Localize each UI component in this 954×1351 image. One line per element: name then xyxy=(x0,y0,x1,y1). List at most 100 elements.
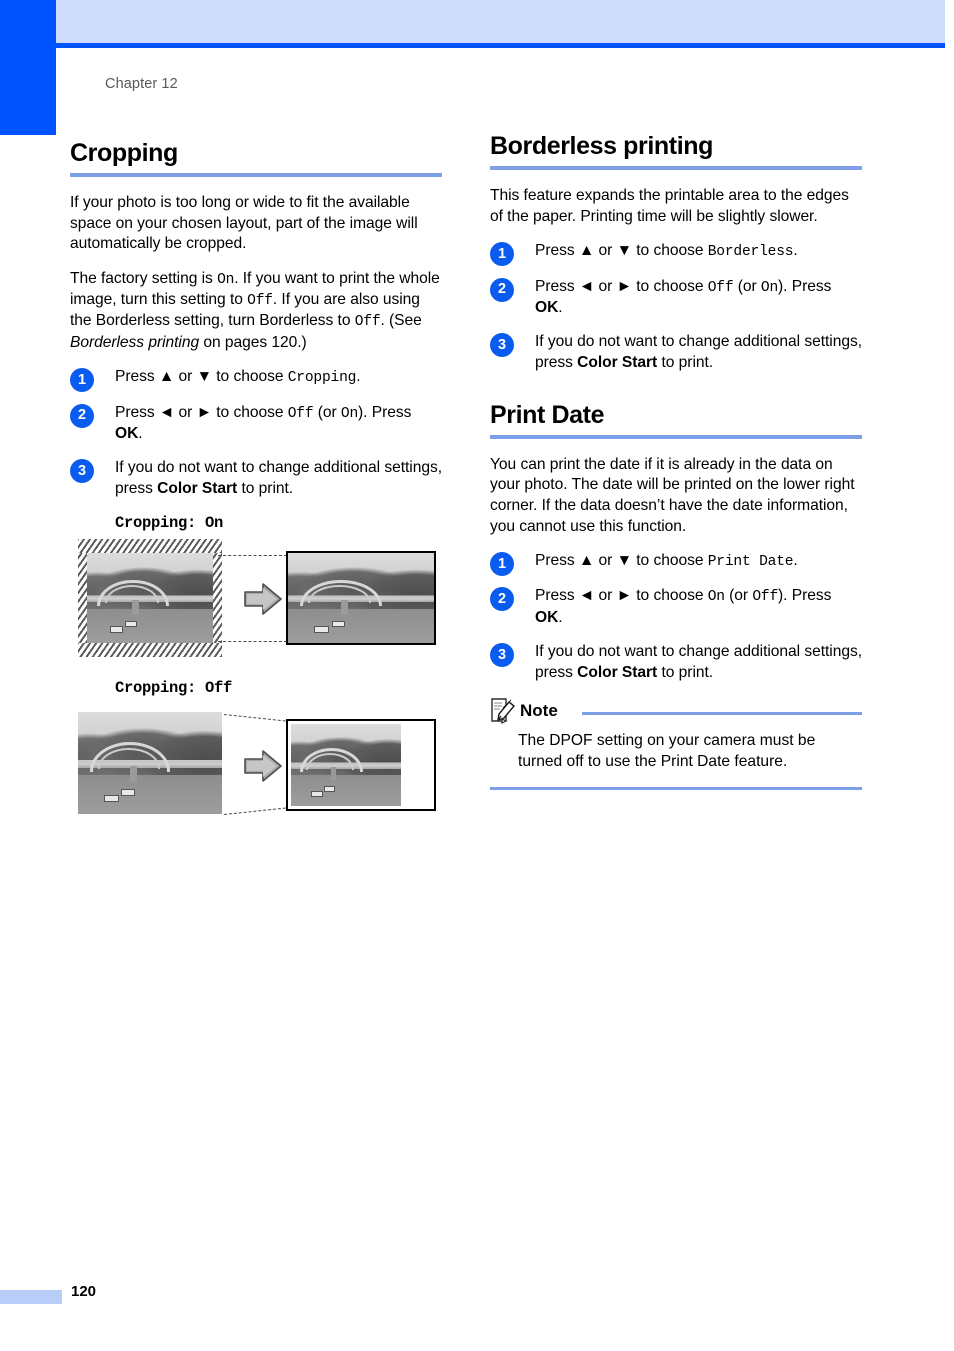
text-fragment: Press ▲ or ▼ to choose xyxy=(535,242,708,260)
step-number-badge: 3 xyxy=(70,459,94,484)
text-fragment: . (See xyxy=(380,312,422,330)
setting-value: On xyxy=(707,589,725,606)
parked-car xyxy=(314,626,330,633)
chapter-label: Chapter 12 xyxy=(105,76,178,92)
text-fragment: . xyxy=(138,424,143,442)
setting-value: On xyxy=(760,279,779,296)
step-item: 2 Press ◄ or ► to choose Off (or On). Pr… xyxy=(70,403,442,445)
text-fragment: Press ▲ or ▼ to choose xyxy=(115,368,288,386)
borderless-intro-paragraph: This feature expands the printable area … xyxy=(490,187,849,225)
section-heading-cropping: Cropping xyxy=(70,139,178,167)
text-fragment: to print. xyxy=(657,663,714,681)
figure-result-image-on xyxy=(286,550,436,645)
chapter-thumb-tab xyxy=(0,0,56,135)
step-item: 3 If you do not want to change additiona… xyxy=(70,458,442,499)
heading-rule xyxy=(70,173,442,178)
cross-reference-link[interactable]: Borderless printing xyxy=(70,334,199,351)
note-rule-bottom xyxy=(490,786,862,790)
step-number-badge: 1 xyxy=(70,368,94,393)
step-text: If you do not want to change additional … xyxy=(535,642,862,683)
step-number-badge: 3 xyxy=(490,643,514,668)
button-reference-ok: OK xyxy=(115,424,139,442)
figure-source-image-on xyxy=(78,538,222,657)
figure-caption-cropping-off: Cropping: Off xyxy=(115,678,233,697)
step-number-badge: 2 xyxy=(490,587,514,612)
note-header: Note xyxy=(490,697,862,727)
text-fragment: Press ◄ or ► to choose xyxy=(535,277,708,295)
button-reference-ok: OK xyxy=(535,298,559,316)
setting-value: On xyxy=(340,405,359,422)
step-item: 3 If you do not want to change additiona… xyxy=(490,332,862,373)
step-text: Press ◄ or ► to choose Off (or On). Pres… xyxy=(115,403,442,445)
crop-hatch-left xyxy=(78,552,87,643)
text-fragment: The factory setting is xyxy=(70,269,218,287)
page-number: 120 xyxy=(71,1283,97,1300)
setting-value: Borderless xyxy=(707,244,794,261)
text-fragment: (or xyxy=(313,403,341,421)
left-column: Cropping If your photo is too long or wi… xyxy=(70,140,442,824)
transform-arrow-icon xyxy=(243,748,283,784)
parked-car xyxy=(103,795,119,803)
text-fragment: ). Press xyxy=(778,277,832,295)
setting-value: Off xyxy=(752,589,779,606)
section-heading-print-date: Print Date xyxy=(490,400,605,429)
text-fragment: to print. xyxy=(657,354,714,372)
photo-bridge xyxy=(87,552,213,643)
text-fragment: (or xyxy=(733,277,761,295)
text-fragment: on pages 120.) xyxy=(199,333,307,351)
header-band xyxy=(56,0,945,43)
fit-guide-top xyxy=(223,713,286,722)
step-text: Press ▲ or ▼ to choose Cropping. xyxy=(115,367,442,388)
section-heading-borderless: Borderless printing xyxy=(490,132,713,160)
parked-car xyxy=(109,626,123,633)
setting-value: Off xyxy=(287,405,314,422)
setting-value: Cropping xyxy=(287,370,357,387)
setting-value: On xyxy=(217,271,235,288)
figure-cropping-off xyxy=(78,704,442,824)
step-text: Press ◄ or ► to choose On (or Off). Pres… xyxy=(535,586,862,628)
parked-car xyxy=(124,620,137,627)
text-fragment: . xyxy=(356,368,361,386)
figure-caption-cropping-on: Cropping: On xyxy=(115,513,224,532)
footer-accent-bar xyxy=(0,1290,62,1304)
crop-hatch-top xyxy=(78,538,222,553)
bridge-pier xyxy=(340,600,348,615)
text-fragment: ). Press xyxy=(358,403,412,421)
header-rule xyxy=(56,43,945,48)
note-callout: Note The DPOF setting on your camera mus… xyxy=(490,697,862,790)
parked-car xyxy=(121,789,135,796)
setting-value: Print Date xyxy=(707,554,794,571)
step-item: 3 If you do not want to change additiona… xyxy=(490,642,862,683)
text-fragment: (or xyxy=(724,587,753,605)
heading-rule xyxy=(490,434,862,439)
text-fragment: Press ▲ or ▼ to choose xyxy=(535,552,708,570)
fit-guide-bottom xyxy=(224,807,286,815)
text-fragment: Press ◄ or ► to choose xyxy=(115,403,288,421)
step-text: Press ▲ or ▼ to choose Print Date. xyxy=(535,551,862,572)
step-text: If you do not want to change additional … xyxy=(535,332,862,373)
parked-car xyxy=(310,790,323,797)
text-fragment: ). Press xyxy=(778,587,832,605)
step-text: If you do not want to change additional … xyxy=(115,458,442,499)
parked-car xyxy=(324,785,335,792)
parked-car xyxy=(331,620,346,627)
crop-hatch-bottom xyxy=(78,642,222,657)
button-reference-color-start: Color Start xyxy=(157,479,238,497)
bridge-pier xyxy=(132,600,139,615)
text-fragment: . xyxy=(793,242,798,260)
step-item: 1 Press ▲ or ▼ to choose Print Date. xyxy=(490,551,862,577)
button-reference-color-start: Color Start xyxy=(577,354,658,372)
figure-cropping-on xyxy=(78,538,442,661)
step-number-badge: 1 xyxy=(490,242,514,267)
figure-result-frame-off xyxy=(286,718,436,811)
step-item: 1 Press ▲ or ▼ to choose Borderless. xyxy=(490,241,862,267)
step-item: 2 Press ◄ or ► to choose On (or Off). Pr… xyxy=(490,586,862,628)
text-fragment: to print. xyxy=(237,479,294,497)
figure-source-image-off xyxy=(78,711,222,814)
note-title: Note xyxy=(520,701,558,721)
step-number-badge: 1 xyxy=(490,552,514,577)
step-item: 1 Press ▲ or ▼ to choose Cropping. xyxy=(70,367,442,393)
button-reference-ok: OK xyxy=(535,608,559,626)
note-body-text: The DPOF setting on your camera must be … xyxy=(518,732,816,771)
text-fragment: . xyxy=(558,298,563,316)
